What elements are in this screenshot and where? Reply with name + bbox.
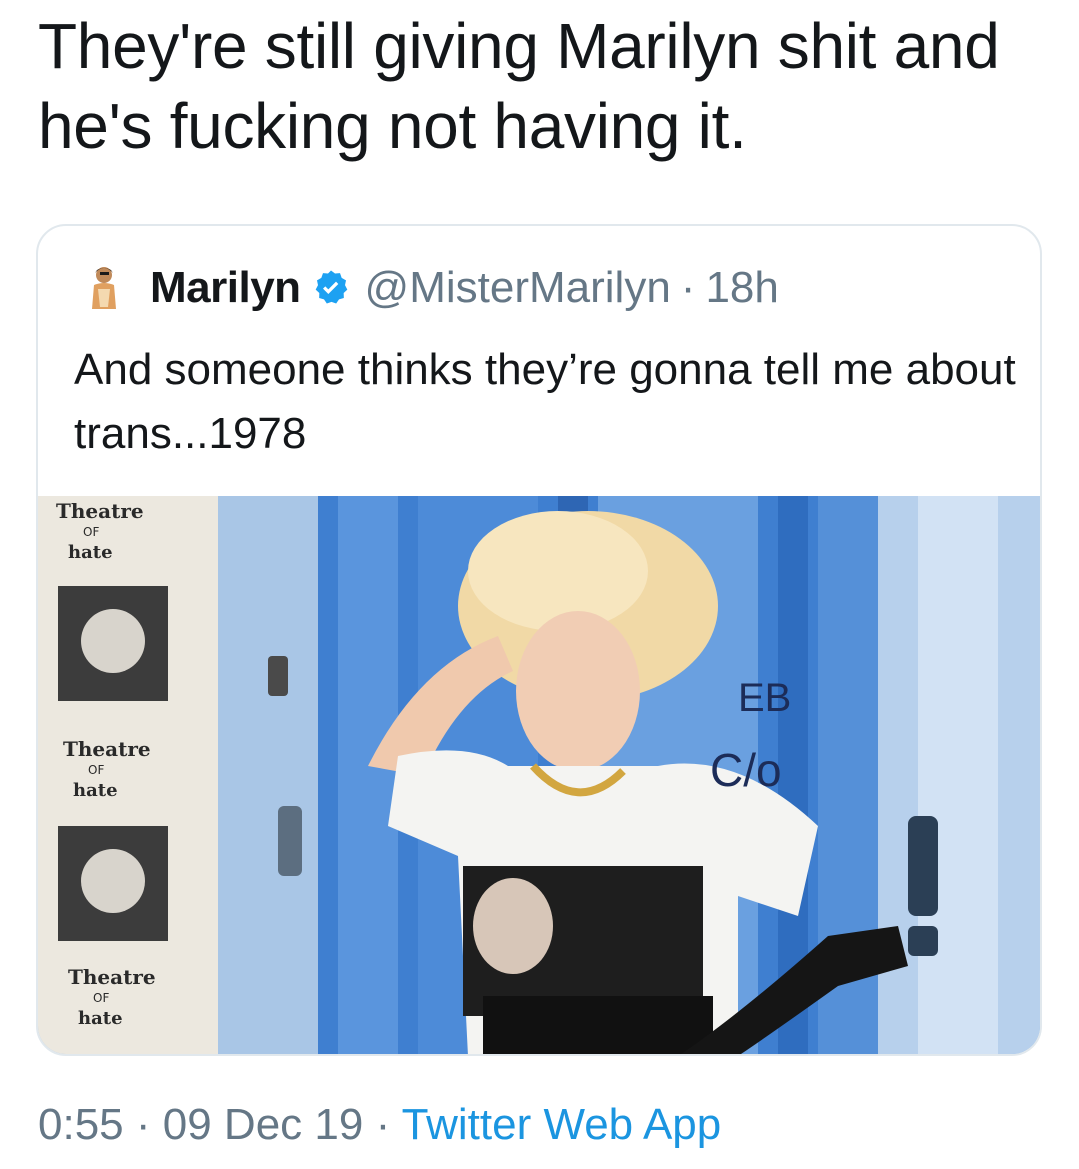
quoted-tweet-text: And someone thinks they’re gonna tell me…	[74, 345, 1016, 458]
graffiti-eb: EB	[738, 676, 791, 720]
tweet-meta: 0:55 · 09 Dec 19 · Twitter Web App	[38, 1100, 721, 1150]
poster-title-3: Theatre	[68, 965, 156, 989]
poster-title-1: Theatre	[56, 499, 144, 523]
quoted-tweet-header: Marilyn @MisterMarilyn · 18h	[78, 256, 779, 320]
tweet-date[interactable]: 09 Dec 19	[163, 1100, 364, 1149]
author-handle[interactable]: @MisterMarilyn	[365, 263, 671, 313]
poster-hate-2: hate	[73, 780, 118, 801]
graffiti-co: C/o	[710, 744, 782, 796]
poster-of-2: OF	[88, 763, 104, 777]
quoted-tweet-card[interactable]: Marilyn @MisterMarilyn · 18h And someone…	[36, 224, 1042, 1056]
poster-hate-1: hate	[68, 542, 113, 563]
verified-badge-icon	[315, 270, 347, 304]
tweet-text: They're still giving Marilyn shit and he…	[38, 10, 1000, 162]
source-app-link[interactable]: Twitter Web App	[402, 1100, 722, 1149]
dot-separator: ·	[680, 263, 696, 312]
poster-title-2: Theatre	[63, 737, 151, 761]
post-age[interactable]: 18h	[705, 263, 778, 313]
tweet-time[interactable]: 0:55	[38, 1100, 124, 1149]
poster-of-3: OF	[93, 991, 109, 1005]
photo-image: EB C/o Theatre OF hate Theatre OF hate T…	[38, 496, 1040, 1054]
avatar[interactable]	[78, 261, 132, 315]
meta-separator: ·	[375, 1100, 391, 1149]
poster-of-1: OF	[83, 525, 99, 539]
meta-separator: ·	[135, 1100, 151, 1149]
author-name[interactable]: Marilyn	[150, 263, 301, 313]
poster-hate-3: hate	[78, 1008, 123, 1029]
quoted-tweet-photo[interactable]: EB C/o Theatre OF hate Theatre OF hate T…	[38, 496, 1040, 1054]
